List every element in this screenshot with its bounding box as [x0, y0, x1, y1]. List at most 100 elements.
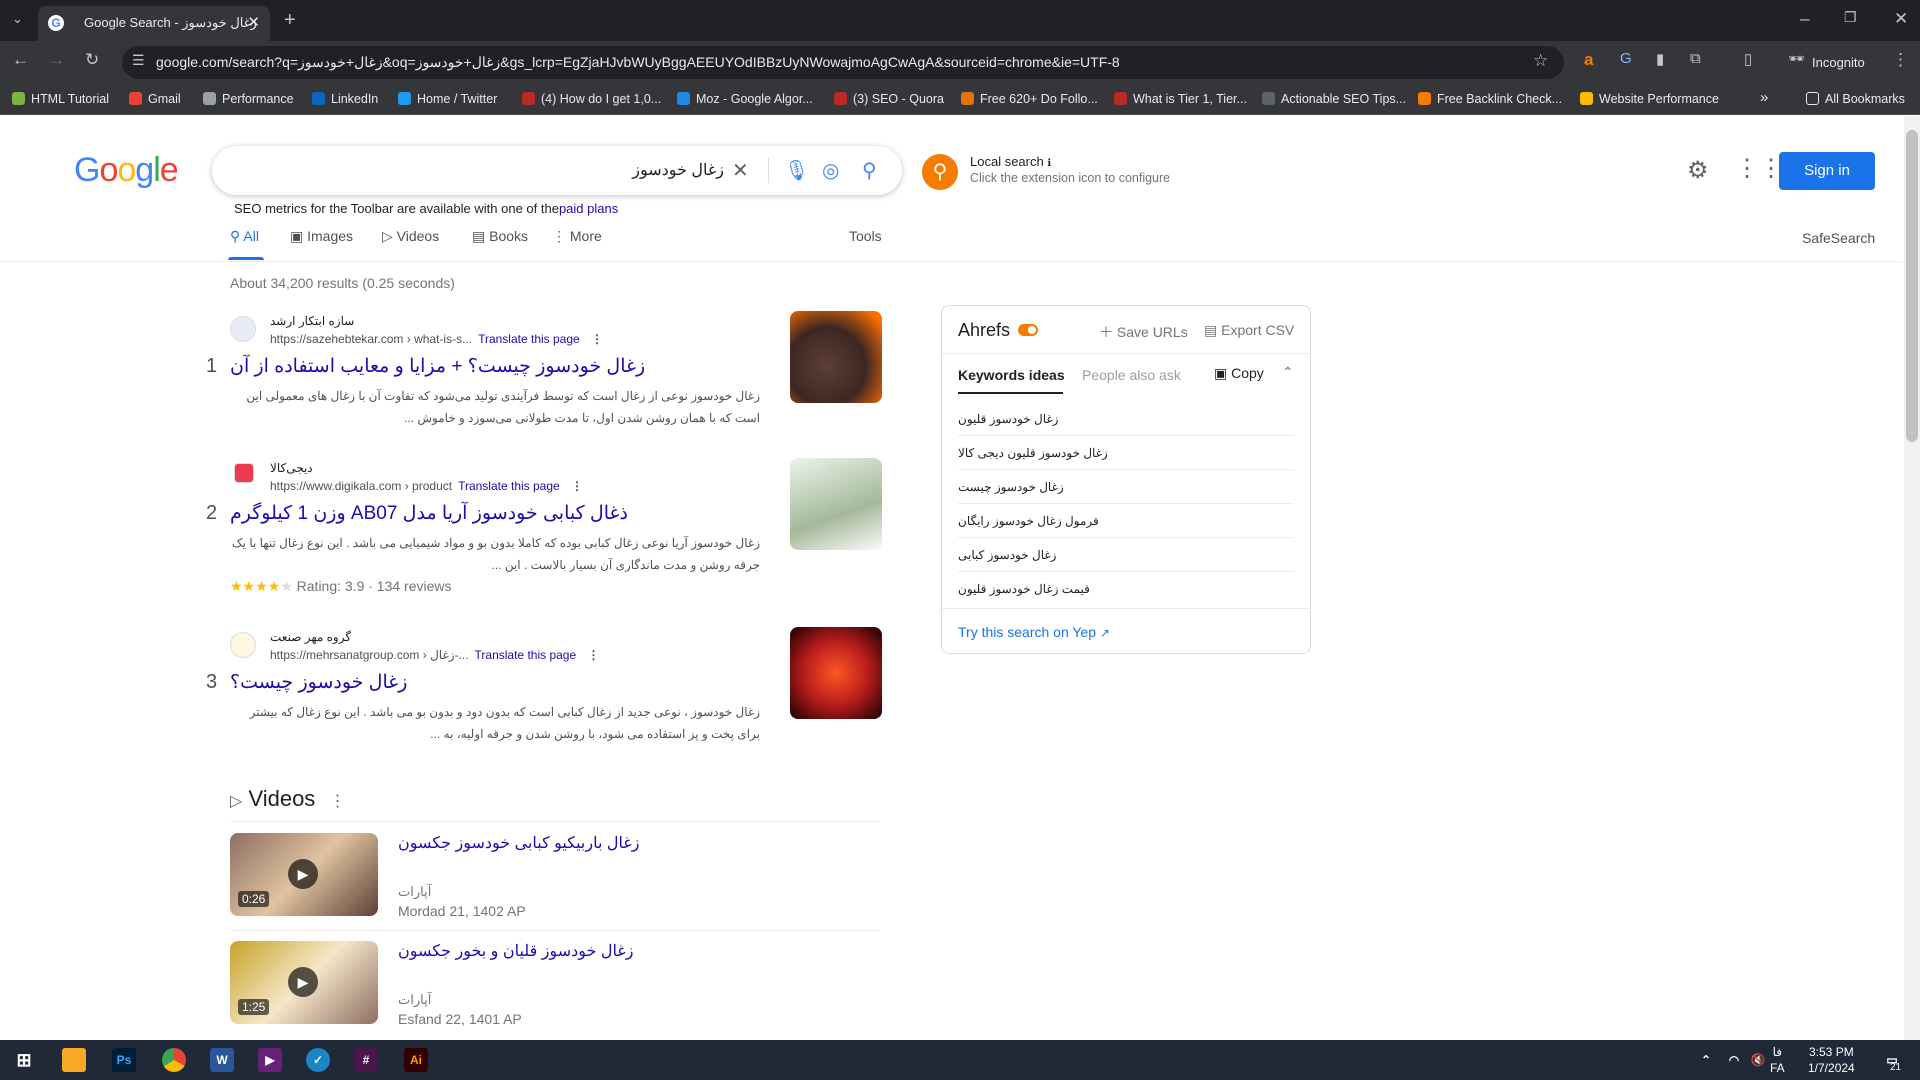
- restore-icon[interactable]: ❐: [1844, 9, 1857, 26]
- bookmark-star-icon[interactable]: ☆: [1533, 51, 1548, 71]
- tab-search-icon[interactable]: ⌄: [12, 11, 23, 27]
- sign-in-button[interactable]: Sign in: [1779, 152, 1875, 190]
- system-tray-chevron-icon[interactable]: ⌃: [1694, 1048, 1718, 1072]
- close-tab-icon[interactable]: ✕: [247, 13, 260, 31]
- result-url[interactable]: https://mehrsanatgroup.com › زغال-... Tra…: [270, 648, 600, 662]
- tab-all[interactable]: ⚲ All: [230, 228, 259, 245]
- google-logo[interactable]: Google: [74, 151, 179, 190]
- result-title[interactable]: زغال خودسوز چیست؟ + مزایا و معایب استفاد…: [230, 355, 645, 378]
- result-thumbnail[interactable]: [790, 458, 882, 550]
- bookmark-item[interactable]: Actionable SEO Tips...: [1262, 92, 1406, 106]
- result-url[interactable]: https://sazehebtekar.com › what-is-s... T…: [270, 332, 603, 346]
- site-info-icon[interactable]: ☰: [132, 52, 145, 69]
- video-title[interactable]: زغال باربیکیو کبابی خودسوز جکسون: [398, 833, 639, 853]
- result-site-name[interactable]: سازه ابتکار ارشد: [270, 314, 354, 328]
- play-icon[interactable]: ▶: [288, 967, 318, 997]
- extensions-puzzle-icon[interactable]: ⧉: [1690, 50, 1701, 67]
- browser-tab[interactable]: G Google Search - زغال خودسوز ✕: [38, 6, 270, 41]
- new-tab-icon[interactable]: +: [284, 9, 296, 32]
- menu-dots-icon[interactable]: ⋮: [1892, 50, 1909, 70]
- video-result[interactable]: ▶ 0:26 زغال باربیکیو کبابی خودسوز جکسون …: [230, 833, 880, 923]
- photoshop-icon[interactable]: Ps: [112, 1048, 136, 1072]
- ahrefs-toggle[interactable]: [1018, 324, 1038, 336]
- clear-search-icon[interactable]: ✕: [732, 158, 749, 183]
- google-apps-icon[interactable]: ⋮⋮: [1735, 154, 1783, 183]
- video-title[interactable]: زغال خودسوز قلیان و بخور جکسون: [398, 941, 633, 961]
- reload-icon[interactable]: ↻: [85, 50, 99, 70]
- slack-icon[interactable]: #: [354, 1048, 378, 1072]
- file-explorer-icon[interactable]: [62, 1048, 86, 1072]
- tab-videos[interactable]: ▷ Videos: [382, 228, 439, 245]
- translate-link[interactable]: Translate this page: [478, 332, 580, 346]
- bookmark-item[interactable]: Website Performance: [1580, 92, 1719, 106]
- illustrator-icon[interactable]: Ai: [404, 1048, 428, 1072]
- keyword-idea[interactable]: فرمول زغال خودسوز رایگان: [958, 504, 1294, 538]
- scrollbar-thumb[interactable]: [1906, 130, 1918, 442]
- safesearch-button[interactable]: SafeSearch: [1802, 230, 1875, 246]
- bookmark-item[interactable]: Performance: [203, 92, 294, 106]
- forward-icon[interactable]: →: [48, 50, 65, 70]
- videos-more-icon[interactable]: ⋮: [329, 793, 345, 810]
- bookmark-item[interactable]: Home / Twitter: [398, 92, 497, 106]
- keyword-idea[interactable]: زغال خودسوز چیست: [958, 470, 1294, 504]
- bookmark-item[interactable]: (3) SEO - Quora: [834, 92, 944, 106]
- paid-plans-link[interactable]: paid plans: [559, 201, 618, 216]
- vpn-icon[interactable]: ✓: [306, 1048, 330, 1072]
- result-url[interactable]: https://www.digikala.com › product Transl…: [270, 479, 583, 493]
- all-bookmarks[interactable]: All Bookmarks: [1806, 92, 1905, 106]
- word-icon[interactable]: W: [210, 1048, 234, 1072]
- network-icon[interactable]: ◠: [1722, 1048, 1746, 1072]
- copy-button[interactable]: ▣ Copy: [1214, 365, 1264, 382]
- address-bar[interactable]: ☰ google.com/search?q=زغال+خودسوز&oq=زغا…: [122, 46, 1564, 79]
- collapse-chevron-icon[interactable]: ⌃: [1282, 364, 1294, 381]
- bookmarks-more-icon[interactable]: »: [1760, 89, 1768, 106]
- bookmark-item[interactable]: Gmail: [129, 92, 181, 106]
- chrome-icon[interactable]: [162, 1048, 186, 1072]
- keyword-idea[interactable]: زغال خودسوز قلیون: [958, 402, 1294, 436]
- visual-studio-icon[interactable]: ▶: [258, 1048, 282, 1072]
- save-urls-button[interactable]: ＋ Save URLs: [1099, 322, 1188, 342]
- settings-gear-icon[interactable]: ⚙: [1687, 156, 1709, 185]
- incognito-label[interactable]: Incognito: [1812, 55, 1865, 70]
- keyword-idea[interactable]: زغال خودسوز قلیون دیجی کالا: [958, 436, 1294, 470]
- language-indicator[interactable]: فا FA: [1770, 1044, 1785, 1076]
- yep-search-link[interactable]: Try this search on Yep ↗: [958, 624, 1110, 640]
- translate-link[interactable]: Translate this page: [475, 648, 577, 662]
- translate-extension-icon[interactable]: G: [1620, 50, 1632, 67]
- bookmark-item[interactable]: Free Backlink Check...: [1418, 92, 1562, 106]
- back-icon[interactable]: ←: [12, 50, 29, 70]
- search-box[interactable]: زغال خودسوز ✕ 🎙 ◎ ⚲: [212, 146, 902, 195]
- bookmark-item[interactable]: (4) How do I get 1,0...: [522, 92, 661, 106]
- windows-start-icon[interactable]: ⊞: [12, 1048, 36, 1072]
- bookmark-item[interactable]: Free 620+ Do Follo...: [961, 92, 1098, 106]
- extension-icon[interactable]: ▮: [1656, 50, 1664, 68]
- tab-keywords-ideas[interactable]: Keywords ideas: [958, 367, 1065, 383]
- result-site-name[interactable]: دیجی‌کالا: [270, 461, 313, 475]
- result-site-name[interactable]: گروه مهر صنعت: [270, 630, 351, 644]
- result-thumbnail[interactable]: [790, 311, 882, 403]
- bookmark-item[interactable]: Moz - Google Algor...: [677, 92, 813, 106]
- speaker-muted-icon[interactable]: 🔇: [1746, 1048, 1770, 1072]
- tab-people-also-ask[interactable]: People also ask: [1082, 367, 1181, 383]
- search-icon[interactable]: ⚲: [862, 158, 877, 183]
- bookmark-item[interactable]: HTML Tutorial: [12, 92, 109, 106]
- tab-books[interactable]: ▤ Books: [472, 228, 528, 245]
- lens-search-icon[interactable]: ◎: [822, 158, 839, 183]
- voice-search-icon[interactable]: 🎙: [784, 158, 809, 183]
- minimize-icon[interactable]: –: [1800, 9, 1809, 29]
- page-scrollbar[interactable]: [1904, 116, 1920, 1040]
- close-window-icon[interactable]: ✕: [1894, 9, 1908, 29]
- result-thumbnail[interactable]: [790, 627, 882, 719]
- play-icon[interactable]: ▶: [288, 859, 318, 889]
- keyword-idea[interactable]: قیمت زغال خودسوز قلیون: [958, 572, 1294, 606]
- keyword-idea[interactable]: زغال خودسوز کبابی: [958, 538, 1294, 572]
- taskbar-clock[interactable]: 3:53 PM 1/7/2024: [1808, 1044, 1855, 1076]
- side-panel-icon[interactable]: ▯: [1744, 50, 1752, 68]
- tab-images[interactable]: ▣ Images: [290, 228, 353, 245]
- video-result[interactable]: ▶ 1:25 زغال خودسوز قلیان و بخور جکسون آپ…: [230, 941, 880, 1031]
- translate-link[interactable]: Translate this page: [458, 479, 560, 493]
- bookmark-item[interactable]: What is Tier 1, Tier...: [1114, 92, 1247, 106]
- ahrefs-extension-icon[interactable]: a: [1584, 50, 1593, 70]
- export-csv-button[interactable]: ▤ Export CSV: [1204, 322, 1294, 339]
- result-title[interactable]: ذغال کبابی خودسوز آریا مدل AB07 وزن 1 کی…: [230, 502, 628, 525]
